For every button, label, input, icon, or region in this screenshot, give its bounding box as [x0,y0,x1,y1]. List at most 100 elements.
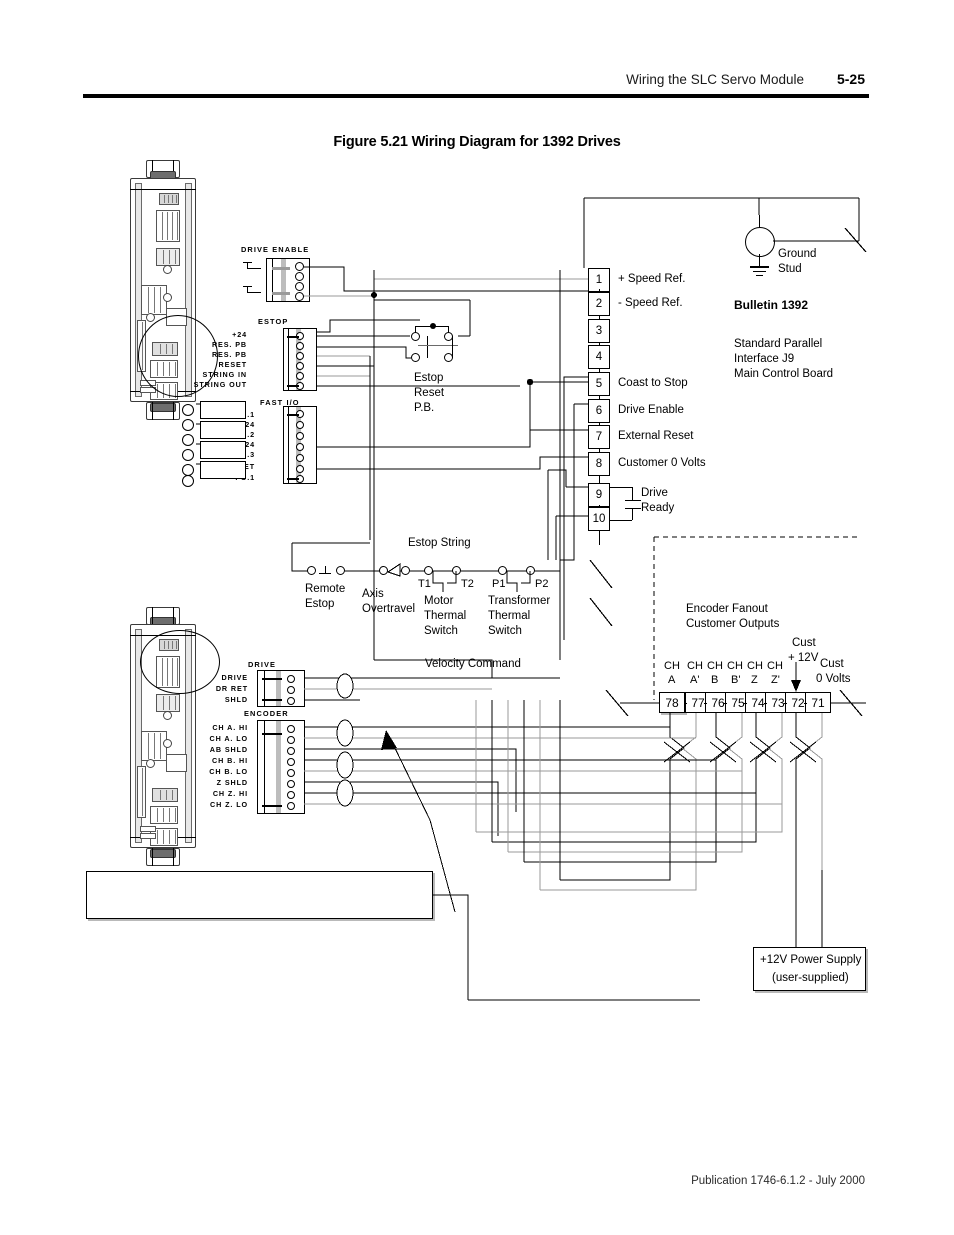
transformer-thermal-contact-p2 [526,566,535,575]
device-label-remote-estop-2: Estop [305,598,335,610]
encoder-pin-label-2: AB SHLD [209,745,248,754]
contact-label-t1: T1 [418,578,431,590]
terminal-6: 6 [588,399,610,423]
encoder-pin-label-4: CH B. LO [209,767,248,776]
encoder-pin-label-7: CH Z. LO [210,800,248,809]
terminal-label-8: Customer 0 Volts [618,457,706,469]
device-label-transformer-thermal-3: Switch [488,625,522,637]
fanout-channel-head-4a: CH [747,660,763,672]
estop-pin-label-5: STRING OUT [193,380,247,389]
connector-title-estop: ESTOP [258,317,289,326]
velocity-command-label: Velocity Command [425,658,521,670]
drive-pin-label-0: DRIVE [221,673,248,682]
transformer-thermal-contact-p1 [498,566,507,575]
terminal-label-2: - Speed Ref. [618,297,683,309]
encoder-pin-label-5: Z SHLD [216,778,248,787]
estop-reset-label-1: Estop [414,372,444,384]
connector-title-drive: DRIVE [248,660,277,669]
estop-reset-label-3: P.B. [414,402,435,414]
estop-string-label: Estop String [408,537,471,549]
contact-label-p2: P2 [535,578,549,590]
fanout-terminal-number: 78 [665,695,679,710]
estop-pin-label-0: +24 [232,330,247,339]
terminal-5: 5 [588,372,610,396]
fanout-terminal-71: 71 [805,692,831,713]
terminal-number: 6 [595,405,603,417]
fanout-terminal-number: 72 [791,695,805,710]
terminal-8: 8 [588,452,610,476]
publication-footer: Publication 1746-6.1.2 - July 2000 [691,1175,865,1187]
encoder-fanout-label-2: Customer Outputs [686,618,780,630]
fanout-terminal-number: 77 [691,695,705,710]
fanout-channel-head-3b: B' [731,674,741,686]
drive-ready-label-2: Ready [641,502,675,514]
remote-estop-contact-a [307,566,316,575]
terminal-number: 8 [595,458,603,470]
axis-overtravel-contact-a [379,566,388,575]
device-label-transformer-thermal-1: Transformer [488,595,551,607]
estop-pin-label-2: RES. PB [211,350,247,359]
estop-pin-label-3: RESET [218,360,247,369]
power-supply-label-1: +12V Power Supply [760,954,862,966]
terminal-number: 2 [595,298,603,310]
device-label-transformer-thermal-2: Thermal [488,610,531,622]
fanout-channel-head-5a: CH [767,660,783,672]
fanout-terminal-number: 74 [751,695,765,710]
terminal-10: 10 [588,507,610,531]
fanout-terminal-number: 76 [711,695,725,710]
terminal-label-7: External Reset [618,430,694,442]
cust-0v-label-1: Cust [820,658,844,670]
terminal-number: 10 [592,513,606,525]
terminal-number: 3 [595,325,603,337]
ground-stud-label-1: Ground [778,248,817,260]
bottom-rail-box [86,871,433,919]
fanout-channel-head-2b: B [711,674,719,686]
terminal-label-6: Drive Enable [618,404,684,416]
terminal-number: 5 [595,378,603,390]
drive-pin-label-1: DR RET [215,684,248,693]
fanout-channel-head-5b: Z' [771,674,780,686]
device-label-axis-overtravel-1: Axis [362,588,384,600]
motor-thermal-contact-t1 [424,566,433,575]
terminal-4: 4 [588,345,610,369]
fanout-terminal-78: 78 [659,692,685,713]
fanout-terminal-number: 73 [771,695,785,710]
wiring-diagram: DRIVE ENABLE ESTOP +24 RES. PB RES. PB R… [0,0,954,1160]
device-label-motor-thermal-3: Switch [424,625,458,637]
terminal-number: 4 [595,351,603,363]
encoder-pin-label-6: CH Z. HI [212,789,248,798]
estop-reset-label-2: Reset [414,387,445,399]
board-label-1: Standard Parallel [734,338,823,350]
bulletin-label: Bulletin 1392 [734,298,809,312]
fanout-terminal-number: 71 [811,695,825,710]
cust-0v-label-2: 0 Volts [816,673,851,685]
board-label-2: Interface J9 [734,353,795,365]
encoder-pin-label-3: CH B. HI [212,756,248,765]
remote-estop-contact-b [336,566,345,575]
fanout-channel-head-3a: CH [727,660,743,672]
board-label-3: Main Control Board [734,368,834,380]
terminal-number: 9 [595,489,603,501]
encoder-fanout-label-1: Encoder Fanout [686,603,768,615]
encoder-pin-label-1: CH A. LO [209,734,248,743]
fanout-channel-head-1a: CH [687,660,703,672]
drive-ready-label-1: Drive [641,487,668,499]
fanout-channel-head-4b: Z [751,674,758,686]
encoder-pin-label-0: CH A. HI [212,723,248,732]
device-label-axis-overtravel-2: Overtravel [362,603,416,615]
terminal-9: 9 [588,483,610,507]
fanout-channel-head-0b: A [668,674,676,686]
cust-12v-label-2: + 12V [788,652,819,664]
terminal-label-5: Coast to Stop [618,377,688,389]
fanout-channel-head-1b: A' [690,674,700,686]
fanout-terminal-number: 75 [731,695,745,710]
estop-pin-label-1: RES. PB [211,340,247,349]
device-label-motor-thermal-1: Motor [424,595,454,607]
connector-title-drive-enable: DRIVE ENABLE [241,245,310,254]
contact-label-t2: T2 [461,578,474,590]
connector-title-encoder: ENCODER [244,709,289,718]
terminal-3: 3 [588,319,610,343]
cust-12v-label-1: Cust [792,637,816,649]
motor-thermal-contact-t2 [452,566,461,575]
document-page: Wiring the SLC Servo Module 5-25 Figure … [0,0,954,1235]
